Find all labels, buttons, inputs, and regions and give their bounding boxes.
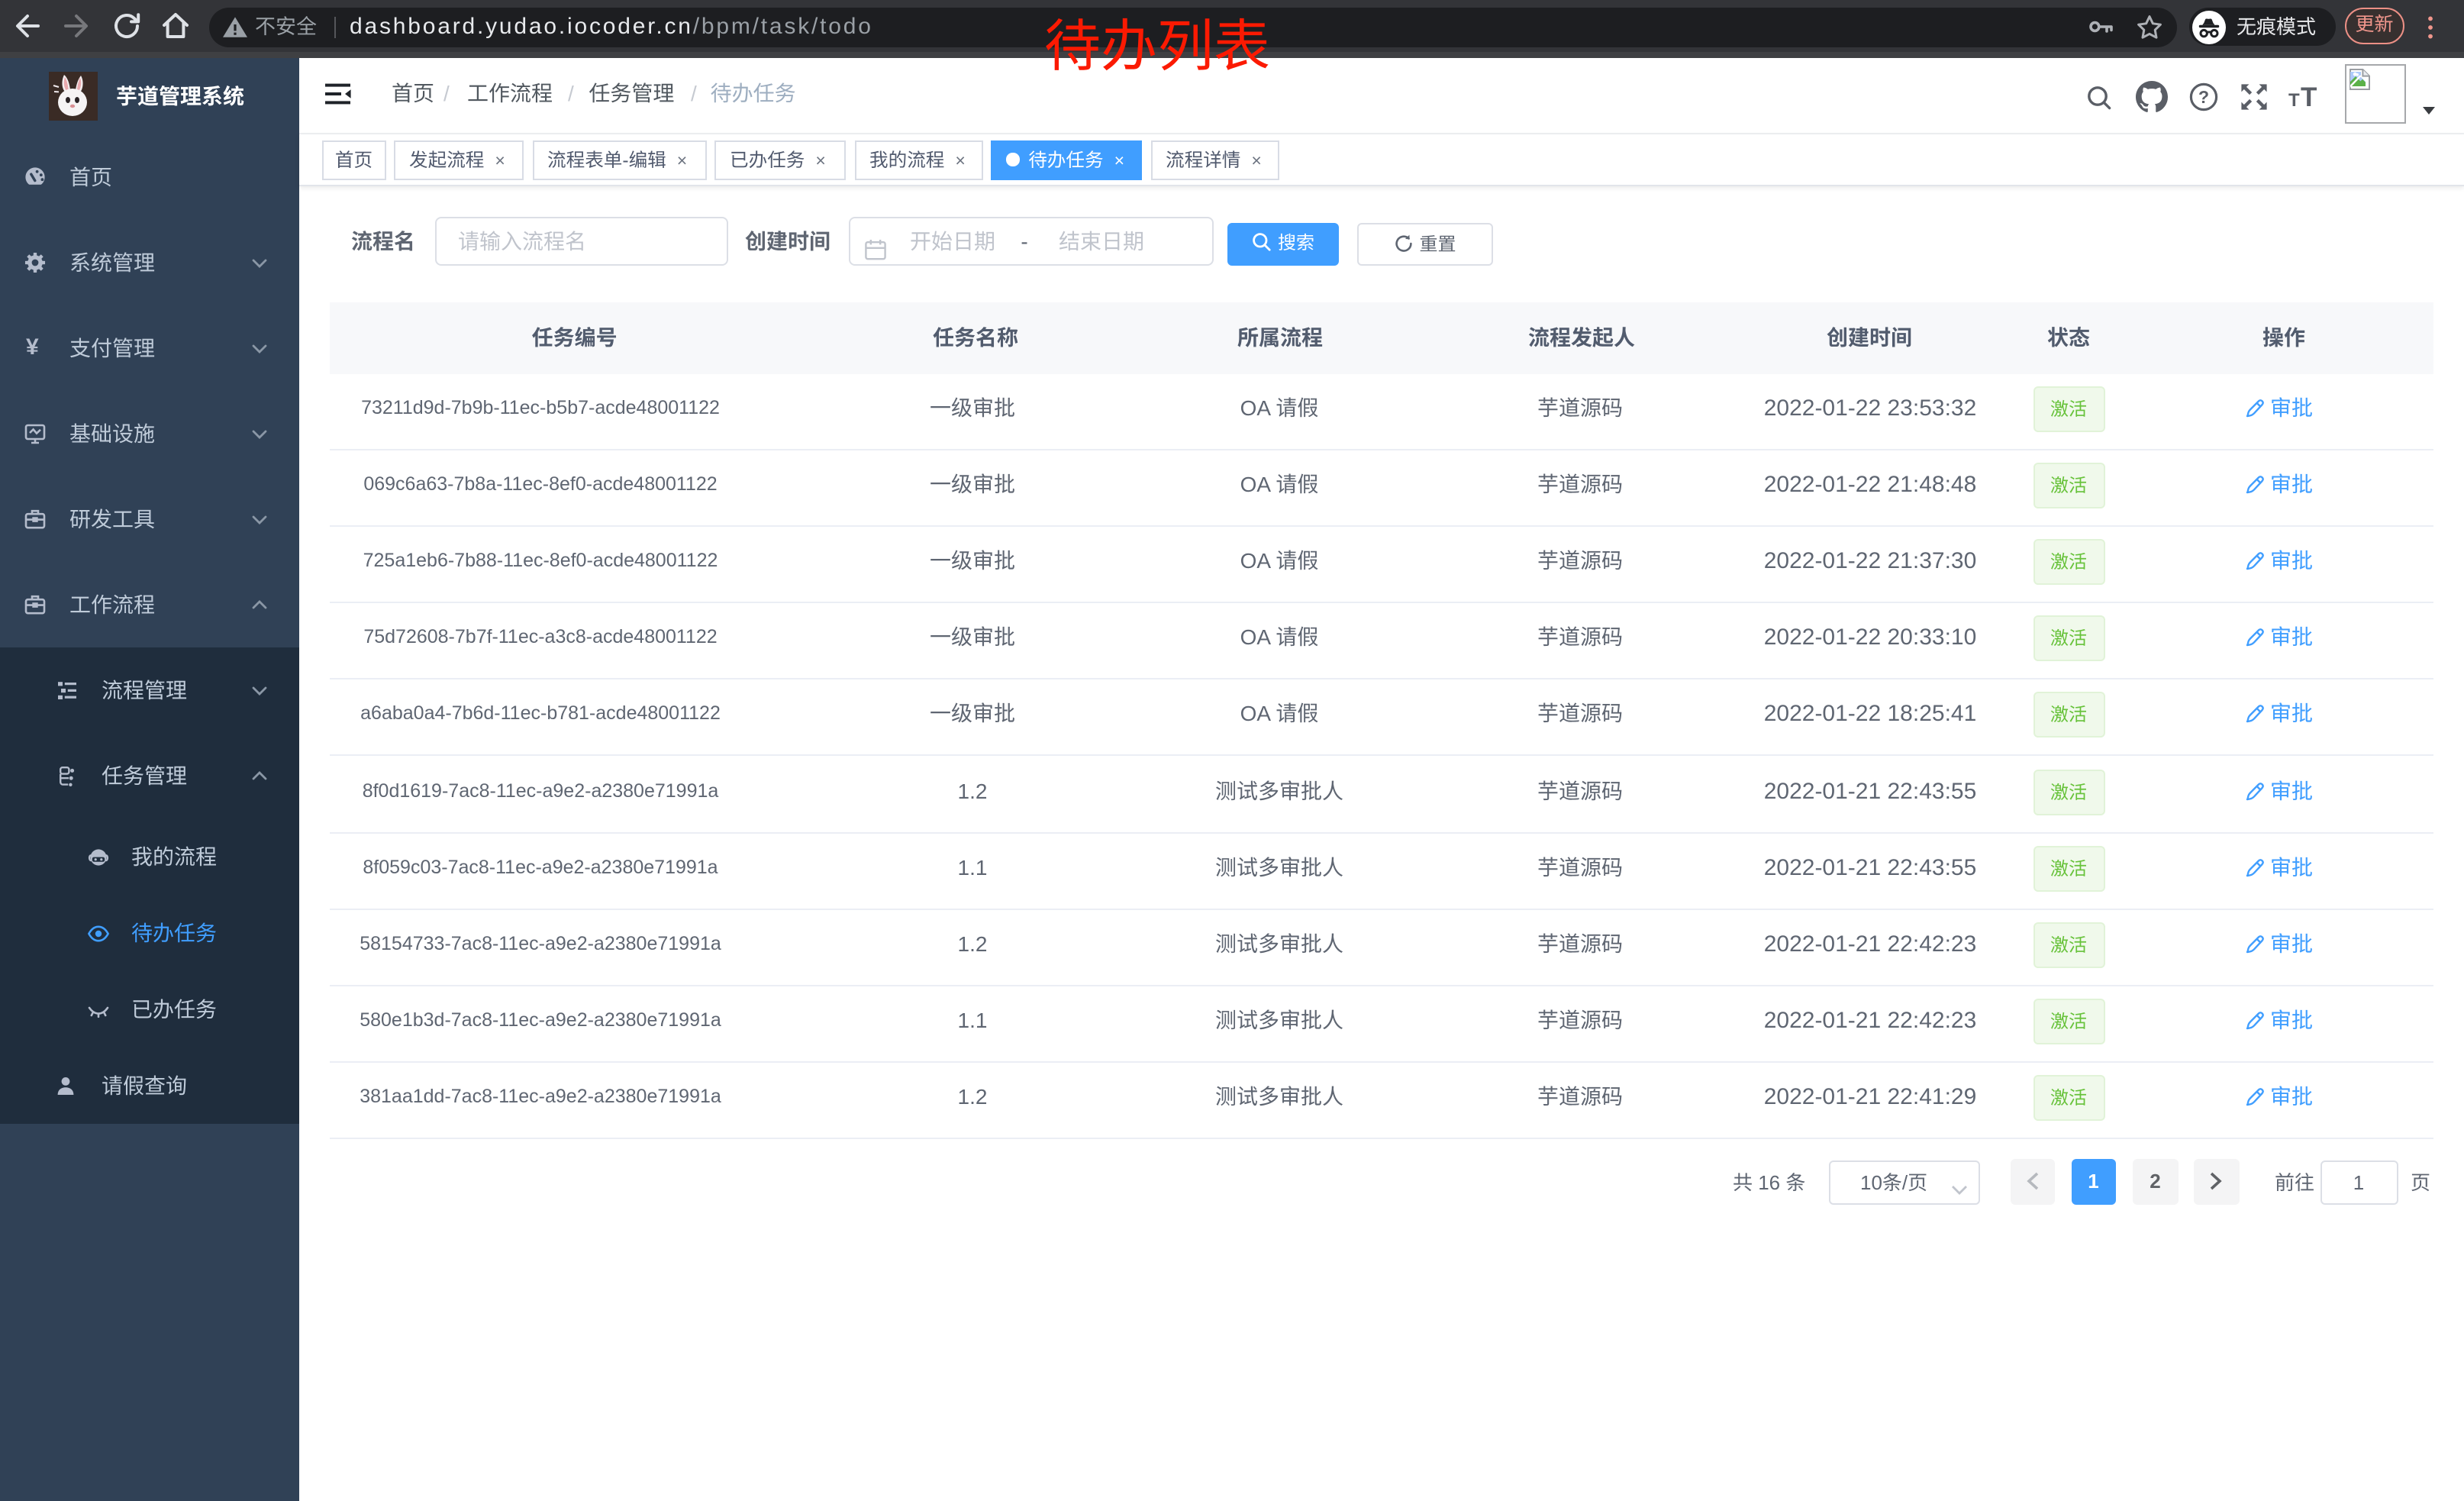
svg-text:?: ? — [2198, 87, 2208, 107]
svg-text:T: T — [2288, 90, 2300, 110]
svg-text:T: T — [2301, 82, 2317, 110]
